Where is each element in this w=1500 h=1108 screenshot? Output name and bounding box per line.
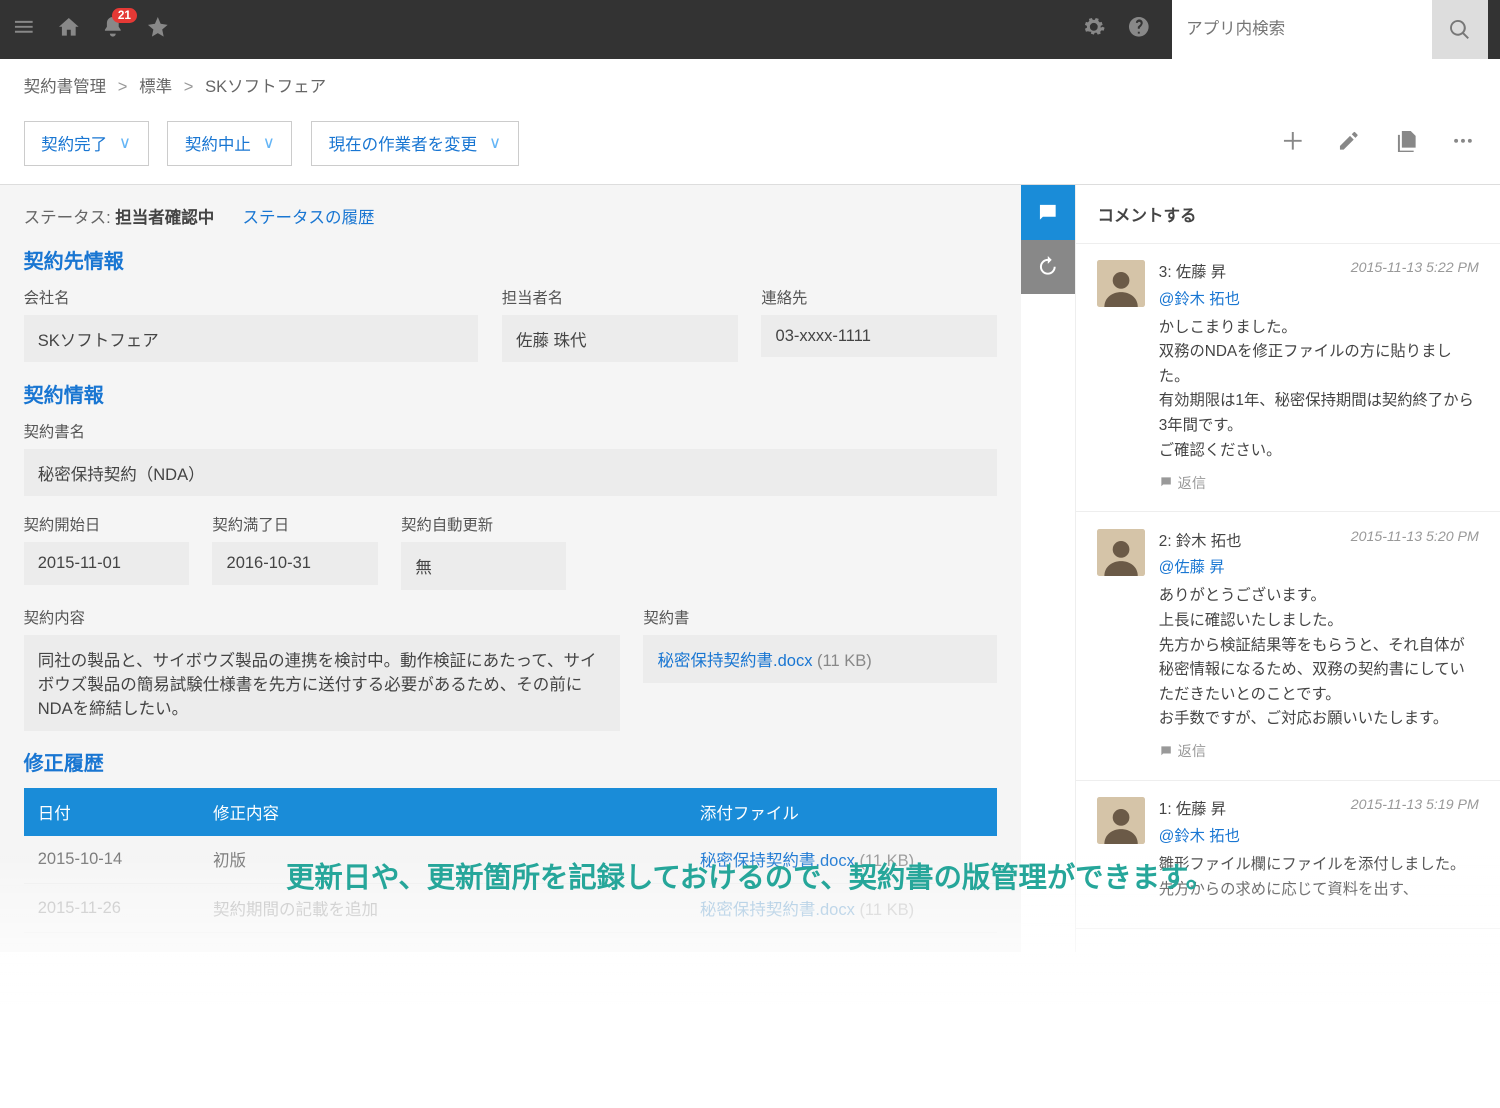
top-bar: 21	[0, 0, 1500, 59]
contact-label: 担当者名	[502, 286, 738, 308]
end-label: 契約満了日	[212, 513, 377, 535]
comment-author: 1: 佐藤 昇	[1159, 797, 1226, 819]
chevron-down-icon: ∨	[263, 133, 275, 153]
comment-item: 3: 佐藤 昇 2015-11-13 5:22 PM @鈴木 拓也 かしこまりま…	[1076, 244, 1500, 513]
comment-item: 2: 鈴木 拓也 2015-11-13 5:20 PM @佐藤 昇 ありがとうご…	[1076, 512, 1500, 781]
col-desc: 修正内容	[199, 788, 686, 836]
add-icon[interactable]	[1281, 129, 1305, 158]
company-value: SKソフトフェア	[24, 315, 479, 363]
section-title-revisions: 修正履歴	[24, 747, 998, 776]
breadcrumb: 契約書管理 > 標準 > SKソフトフェア	[0, 59, 1500, 111]
contact-value: 佐藤 珠代	[502, 315, 738, 363]
doc-label: 契約書	[643, 606, 997, 628]
comment-item: 1: 佐藤 昇 2015-11-13 5:19 PM @鈴木 拓也 雛形ファイル…	[1076, 781, 1500, 929]
col-date: 日付	[24, 788, 199, 836]
status-history-link[interactable]: ステータスの履歴	[242, 209, 374, 227]
contract-name-value: 秘密保持契約（NDA）	[24, 449, 998, 497]
end-value: 2016-10-31	[212, 542, 377, 585]
chevron-down-icon: ∨	[119, 133, 131, 153]
revision-table: 日付 修正内容 添付ファイル 2015-10-14 初版 秘密保持契約書.doc…	[24, 788, 998, 933]
bell-icon[interactable]: 21	[101, 15, 125, 44]
avatar	[1097, 260, 1144, 307]
renew-value: 無	[401, 542, 566, 590]
content-value: 同社の製品と、サイボウズ製品の連携を検討中。動作検証にあたって、サイボウズ製品の…	[24, 635, 620, 731]
search-input[interactable]	[1172, 0, 1432, 59]
col-attach: 添付ファイル	[686, 788, 998, 836]
comment-author: 3: 佐藤 昇	[1159, 260, 1226, 282]
home-icon[interactable]	[57, 15, 81, 44]
doc-value[interactable]: 秘密保持契約書.docx (11 KB)	[643, 635, 997, 683]
comment-header[interactable]: コメントする	[1076, 185, 1500, 243]
company-label: 会社名	[24, 286, 479, 308]
change-worker-button[interactable]: 現在の作業者を変更∨	[311, 121, 518, 166]
avatar	[1097, 529, 1144, 576]
comment-tab-icon[interactable]	[1021, 185, 1075, 239]
main-column: ステータス: 担当者確認中 ステータスの履歴 契約先情報 会社名 SKソフトフェ…	[0, 185, 1021, 951]
file-link[interactable]: 秘密保持契約書.docx	[700, 901, 855, 919]
status-value: 担当者確認中	[115, 209, 214, 227]
star-icon[interactable]	[146, 15, 170, 44]
start-value: 2015-11-01	[24, 542, 189, 585]
search-box	[1172, 0, 1488, 59]
action-row: 契約完了∨ 契約中止∨ 現在の作業者を変更∨	[0, 111, 1500, 184]
doc-size: (11 KB)	[817, 652, 872, 670]
comment-mention[interactable]: @鈴木 拓也	[1159, 824, 1479, 846]
reply-button[interactable]: 返信	[1159, 473, 1206, 493]
comment-time: 2015-11-13 5:22 PM	[1351, 260, 1479, 282]
comment-text: 雛形ファイル欄にファイルを添付しました。 先方からの求めに応じて資料を出す、	[1159, 853, 1479, 902]
search-button[interactable]	[1432, 0, 1489, 59]
contract-name-label: 契約書名	[24, 420, 998, 442]
history-tab-icon[interactable]	[1021, 240, 1075, 294]
status-label: ステータス:	[24, 209, 111, 227]
comment-column: コメントする 3: 佐藤 昇 2015-11-13 5:22 PM @鈴木 拓也…	[1075, 185, 1500, 951]
renew-label: 契約自動更新	[401, 513, 566, 535]
phone-value: 03-xxxx-1111	[761, 315, 997, 358]
comment-text: ありがとうございます。 上長に確認いたしました。 先方から検証結果等をもらうと、…	[1159, 584, 1479, 731]
file-link[interactable]: 秘密保持契約書.docx	[700, 852, 855, 870]
breadcrumb-item[interactable]: SKソフトフェア	[205, 78, 326, 96]
cancel-button[interactable]: 契約中止∨	[167, 121, 292, 166]
comment-time: 2015-11-13 5:19 PM	[1351, 797, 1479, 819]
comment-author: 2: 鈴木 拓也	[1159, 529, 1242, 551]
notification-badge: 21	[112, 8, 137, 23]
doc-link[interactable]: 秘密保持契約書.docx	[658, 652, 813, 670]
edit-icon[interactable]	[1337, 129, 1361, 158]
copy-icon[interactable]	[1394, 129, 1418, 158]
avatar	[1097, 797, 1144, 844]
gear-icon[interactable]	[1082, 15, 1106, 44]
comment-text: かしこまりました。 双務のNDAを修正ファイルの方に貼りました。 有効期限は1年…	[1159, 316, 1479, 463]
table-row: 2015-10-14 初版 秘密保持契約書.docx (11 KB)	[24, 836, 998, 884]
table-row: 2015-11-26 契約期間の記載を追加 秘密保持契約書.docx (11 K…	[24, 884, 998, 933]
more-icon[interactable]	[1450, 129, 1476, 158]
menu-icon[interactable]	[12, 15, 36, 44]
section-title-contract: 契約情報	[24, 379, 998, 408]
section-title-party: 契約先情報	[24, 245, 998, 274]
breadcrumb-item[interactable]: 標準	[139, 78, 172, 96]
help-icon[interactable]	[1127, 15, 1151, 44]
comment-mention[interactable]: @佐藤 昇	[1159, 555, 1479, 577]
comment-mention[interactable]: @鈴木 拓也	[1159, 287, 1479, 309]
phone-label: 連絡先	[761, 286, 997, 308]
breadcrumb-item[interactable]: 契約書管理	[24, 78, 107, 96]
start-label: 契約開始日	[24, 513, 189, 535]
status-row: ステータス: 担当者確認中 ステータスの履歴	[24, 204, 998, 228]
complete-button[interactable]: 契約完了∨	[24, 121, 149, 166]
side-rail	[1021, 185, 1075, 951]
comment-time: 2015-11-13 5:20 PM	[1351, 529, 1479, 551]
content-label: 契約内容	[24, 606, 620, 628]
reply-button[interactable]: 返信	[1159, 741, 1206, 761]
chevron-down-icon: ∨	[489, 133, 501, 153]
